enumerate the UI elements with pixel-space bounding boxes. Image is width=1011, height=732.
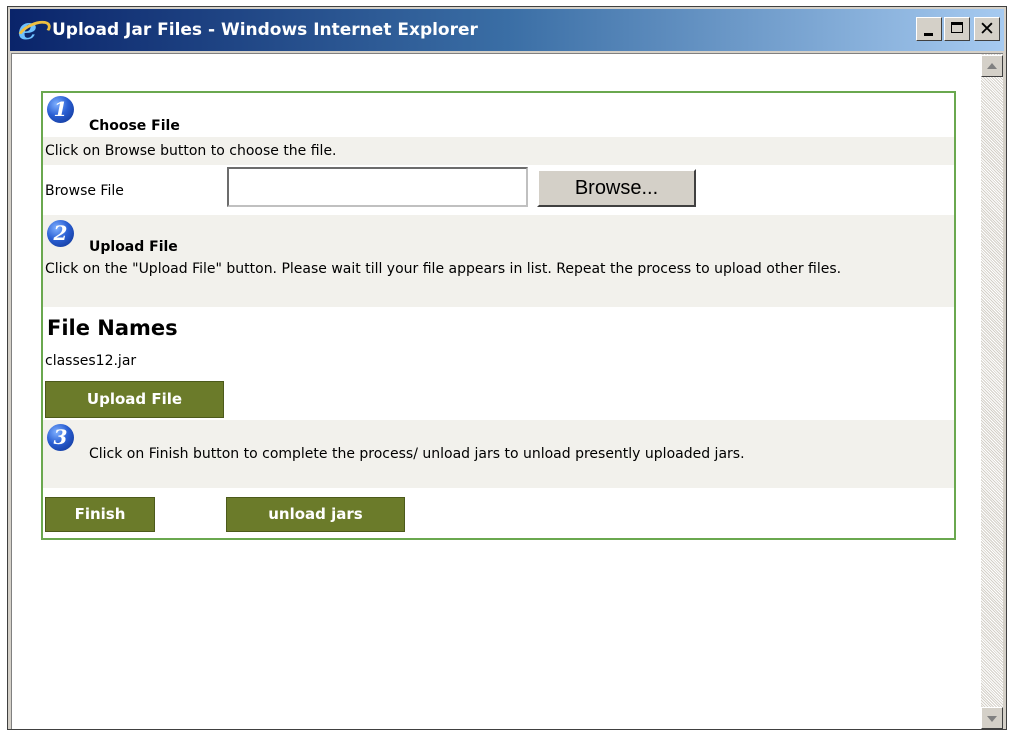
browser-window: e Upload Jar Files - Windows Internet Ex… bbox=[7, 6, 1007, 730]
scroll-up-button[interactable] bbox=[981, 55, 1003, 77]
step3-section: 3 Click on Finish button to complete the… bbox=[43, 420, 954, 488]
vertical-scrollbar[interactable] bbox=[981, 54, 1003, 729]
unload-jars-button[interactable]: unload jars bbox=[226, 497, 405, 532]
window-controls: ✕ bbox=[916, 17, 1000, 41]
step1-header: 1 Choose File bbox=[43, 93, 954, 137]
step1-heading: Choose File bbox=[89, 118, 180, 134]
step1-instruction-row: Click on Browse button to choose the fil… bbox=[43, 137, 954, 165]
maximize-icon bbox=[951, 22, 963, 33]
page-content: 1 Choose File Click on Browse button to … bbox=[11, 53, 1003, 729]
scroll-down-button[interactable] bbox=[981, 707, 1003, 729]
minimize-button[interactable] bbox=[916, 17, 942, 41]
close-icon: ✕ bbox=[979, 18, 995, 40]
maximize-button[interactable] bbox=[944, 17, 970, 41]
browse-file-label: Browse File bbox=[45, 183, 124, 199]
upload-panel: 1 Choose File Click on Browse button to … bbox=[41, 91, 956, 540]
browse-button[interactable]: Browse... bbox=[537, 169, 696, 207]
finish-button[interactable]: Finish bbox=[45, 497, 155, 532]
file-names-heading: File Names bbox=[47, 316, 178, 340]
file-list-item: classes12.jar bbox=[45, 353, 137, 369]
window-title: Upload Jar Files - Windows Internet Expl… bbox=[52, 20, 478, 40]
step2-section: 2 Upload File Click on the "Upload File"… bbox=[43, 215, 954, 307]
step1-number-icon: 1 bbox=[47, 96, 74, 123]
file-path-input[interactable] bbox=[227, 167, 528, 207]
step2-heading: Upload File bbox=[89, 239, 178, 255]
internet-explorer-icon: e bbox=[13, 12, 55, 48]
close-button[interactable]: ✕ bbox=[974, 17, 1000, 41]
step3-instruction: Click on Finish button to complete the p… bbox=[89, 446, 745, 462]
step1-instruction: Click on Browse button to choose the fil… bbox=[45, 143, 337, 159]
scroll-down-arrow-icon bbox=[987, 716, 997, 722]
minimize-icon bbox=[924, 33, 933, 36]
step2-number-icon: 2 bbox=[47, 220, 74, 247]
title-bar[interactable]: e Upload Jar Files - Windows Internet Ex… bbox=[10, 9, 1004, 51]
upload-file-button[interactable]: Upload File bbox=[45, 381, 224, 418]
step2-instruction: Click on the "Upload File" button. Pleas… bbox=[45, 261, 842, 277]
scroll-up-arrow-icon bbox=[987, 63, 997, 69]
